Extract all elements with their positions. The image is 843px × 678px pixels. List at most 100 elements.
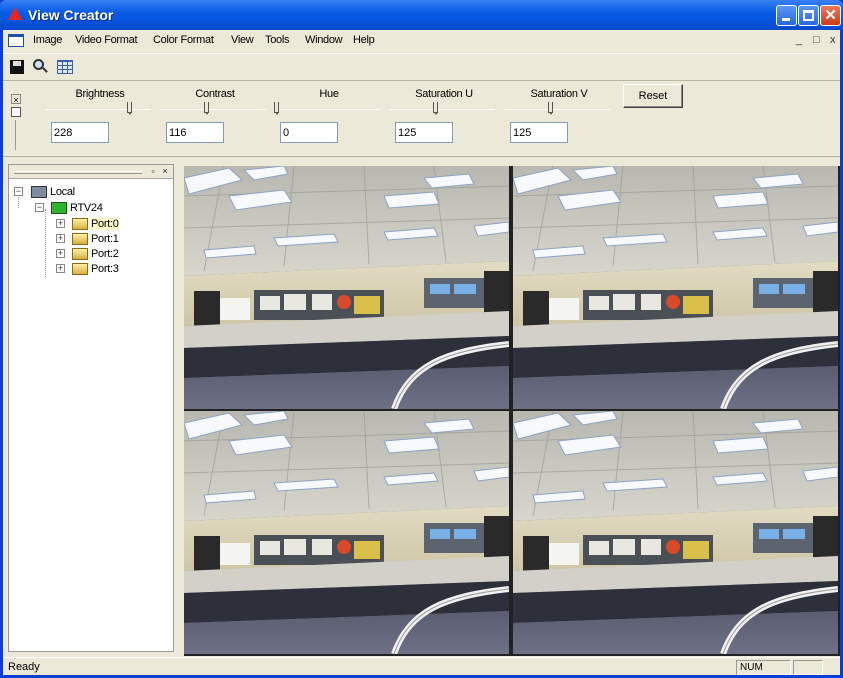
menu-image[interactable]: Image (33, 34, 62, 46)
saturation-u-slider-thumb[interactable] (433, 102, 438, 115)
zoom-icon-handle (42, 67, 48, 73)
capture-card-icon (51, 202, 67, 214)
hue-label: Hue (319, 88, 339, 100)
menu-window[interactable]: Window (305, 34, 343, 46)
collapse-icon[interactable]: − (14, 187, 23, 196)
expand-icon[interactable]: + (56, 234, 65, 243)
status-bar: Ready NUM (3, 657, 840, 675)
saturation-v-track[interactable] (504, 109, 610, 110)
app-window: View Creator ✕ Image Video Format Color … (0, 0, 843, 678)
pane-close-icon[interactable]: × (160, 166, 170, 176)
port-folder-icon (72, 218, 88, 230)
close-button[interactable]: ✕ (820, 5, 841, 26)
collapse-icon[interactable]: − (35, 203, 44, 212)
port-folder-icon (72, 248, 88, 260)
menu-tools[interactable]: Tools (265, 34, 289, 46)
brightness-label: Brightness (75, 88, 125, 100)
status-num-indicator: NUM (736, 660, 791, 675)
brightness-track[interactable] (45, 109, 151, 110)
bar-float-icon[interactable] (11, 107, 21, 117)
tree-label-local: Local (50, 186, 75, 198)
brightness-control: Brightness (41, 88, 163, 152)
tree-node-rtv24[interactable]: − RTV24 (35, 201, 165, 215)
video-feed-port-1[interactable] (513, 166, 838, 409)
menu-video-format[interactable]: Video Format (75, 34, 138, 46)
port-folder-icon (72, 263, 88, 275)
save-icon (10, 60, 24, 74)
menu-help[interactable]: Help (353, 34, 375, 46)
tree-node-port-0[interactable]: + Port:0 (56, 217, 166, 231)
saturation-v-input[interactable] (510, 122, 568, 143)
video-grid (184, 166, 840, 656)
saturation-u-label: Saturation U (415, 88, 473, 100)
status-panel-empty (793, 660, 823, 675)
tree-connector (45, 209, 46, 277)
expand-icon[interactable]: + (56, 249, 65, 258)
expand-icon[interactable]: + (56, 219, 65, 228)
minimize-button[interactable] (776, 5, 797, 26)
video-view-area (182, 164, 840, 656)
mdi-close-button[interactable]: x (830, 34, 836, 46)
maximize-icon (803, 10, 814, 21)
contrast-track[interactable] (160, 109, 266, 110)
saturation-u-input[interactable] (395, 122, 453, 143)
pane-gripper (14, 171, 142, 174)
saturation-v-control: Saturation V (500, 88, 622, 152)
contrast-input[interactable] (166, 122, 224, 143)
client-area: Image Video Format Color Format View Too… (3, 30, 840, 675)
expand-icon[interactable]: + (56, 264, 65, 273)
hue-control: Hue (270, 88, 392, 152)
brightness-slider-thumb[interactable] (127, 102, 132, 115)
tree-label-port-2: Port:2 (91, 248, 119, 260)
tree-label-rtv24: RTV24 (70, 202, 103, 214)
reset-button[interactable]: Reset (623, 84, 683, 108)
tree-label-port-0: Port:0 (91, 218, 119, 230)
computer-icon (31, 186, 47, 198)
tree-pane-header[interactable]: ▫ × (9, 165, 173, 179)
tree-label-port-3: Port:3 (91, 263, 119, 275)
tree-node-local[interactable]: − Local (14, 185, 164, 199)
grid-view-icon (57, 60, 73, 74)
contrast-slider-thumb[interactable] (204, 102, 209, 115)
contrast-control: Contrast (156, 88, 278, 152)
mdi-minimize-button[interactable]: _ (796, 34, 802, 46)
hue-slider-thumb[interactable] (274, 102, 279, 115)
menu-view[interactable]: View (231, 34, 254, 46)
window-title: View Creator (28, 7, 114, 23)
mdi-restore-button[interactable]: □ (813, 34, 820, 46)
saturation-v-slider-thumb[interactable] (548, 102, 553, 115)
status-text: Ready (8, 661, 40, 673)
minimize-icon (782, 18, 790, 21)
video-feed-port-2[interactable] (184, 411, 509, 654)
title-bar[interactable]: View Creator ✕ (0, 0, 843, 30)
maximize-button[interactable] (798, 5, 819, 26)
menu-color-format[interactable]: Color Format (153, 34, 214, 46)
saturation-v-label: Saturation V (530, 88, 588, 100)
tree-node-port-2[interactable]: + Port:2 (56, 247, 166, 261)
device-tree-pane: ▫ × − Local − RTV24 + Port:0 + Port:1 + … (8, 164, 174, 652)
video-feed-port-0[interactable] (184, 166, 509, 409)
bar-close-icon[interactable]: × (11, 94, 21, 105)
toolbar (3, 53, 840, 81)
color-controls-bar: × Brightness Contrast Hue (3, 82, 840, 157)
tree-node-port-1[interactable]: + Port:1 (56, 232, 166, 246)
save-button[interactable] (7, 57, 27, 77)
hue-track[interactable] (274, 109, 380, 110)
contrast-label: Contrast (195, 88, 235, 100)
video-feed-port-3[interactable] (513, 411, 838, 654)
tree-node-port-3[interactable]: + Port:3 (56, 262, 166, 276)
grid-view-button[interactable] (55, 57, 75, 77)
hue-input[interactable] (280, 122, 338, 143)
app-logo-icon (8, 7, 22, 20)
zoom-button[interactable] (30, 57, 50, 77)
menu-bar: Image Video Format Color Format View Too… (3, 30, 840, 52)
close-icon: ✕ (824, 7, 837, 24)
pane-restore-icon[interactable]: ▫ (148, 166, 158, 176)
saturation-u-control: Saturation U (385, 88, 507, 152)
saturation-u-track[interactable] (389, 109, 495, 110)
document-icon[interactable] (8, 34, 24, 47)
tree-label-port-1: Port:1 (91, 233, 119, 245)
brightness-input[interactable] (51, 122, 109, 143)
port-folder-icon (72, 233, 88, 245)
bar-gripper[interactable] (15, 120, 16, 150)
